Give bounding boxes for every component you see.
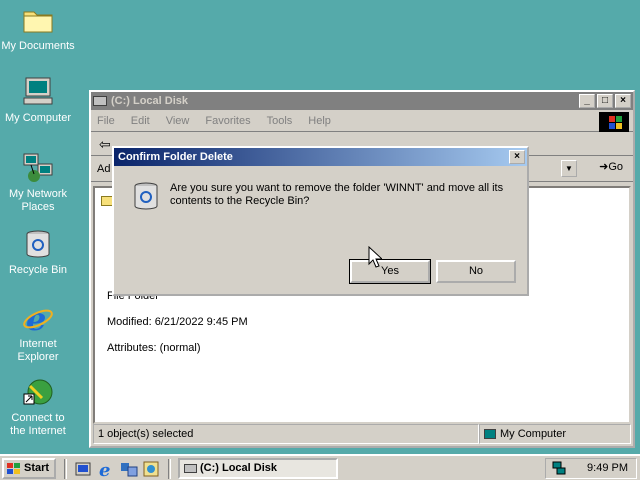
minimize-button[interactable]: _: [579, 94, 595, 108]
desktop-icon-my-network-places[interactable]: My Network Places: [0, 152, 76, 214]
mouse-cursor-icon: [368, 246, 382, 268]
address-label: Ad: [97, 162, 111, 175]
item-modified: Modified: 6/21/2022 9:45 PM: [107, 316, 248, 328]
quick-launch-divider: [64, 459, 67, 479]
computer-icon: [484, 429, 496, 440]
quick-launch-desktop-icon[interactable]: [74, 460, 92, 478]
clock[interactable]: 9:49 PM: [587, 462, 628, 474]
taskbar-item-local-disk[interactable]: (C:) Local Disk: [178, 458, 338, 479]
status-zone: My Computer: [479, 424, 631, 444]
menu-bar: File Edit View Favorites Tools Help: [91, 110, 633, 132]
yes-button[interactable]: Yes: [349, 259, 431, 284]
taskbar-divider: [168, 459, 171, 479]
connect-icon: [22, 376, 54, 408]
status-selected: 1 object(s) selected: [93, 424, 479, 444]
desktop: My Documents My Computer My Network Plac…: [0, 0, 640, 454]
menu-view[interactable]: View: [166, 115, 190, 127]
quick-launch-ie-icon[interactable]: e: [97, 460, 115, 480]
dialog-titlebar[interactable]: Confirm Folder Delete ×: [114, 148, 527, 166]
taskbar: Start e (C:) Local Disk 9:49 PM: [0, 454, 640, 480]
quick-launch-media-icon[interactable]: [142, 460, 160, 478]
menu-file[interactable]: File: [97, 115, 115, 127]
network-tray-icon[interactable]: [552, 461, 566, 475]
menu-tools[interactable]: Tools: [267, 115, 293, 127]
go-label: Go: [608, 161, 623, 173]
status-bar: 1 object(s) selected My Computer: [93, 424, 631, 444]
desktop-icon-label: Explorer: [17, 351, 59, 363]
taskbar-item-label: (C:) Local Disk: [200, 462, 278, 474]
desktop-icon-label: Recycle Bin: [8, 264, 68, 276]
windows-logo-icon: [599, 112, 629, 132]
go-arrow-icon: ➜: [599, 161, 609, 173]
start-label: Start: [24, 462, 50, 474]
desktop-icon-label: Places: [21, 201, 55, 213]
recycle-bin-icon: [130, 180, 162, 215]
network-icon: [22, 152, 54, 184]
drive-icon: [184, 464, 197, 473]
window-title: (C:) Local Disk: [111, 95, 189, 107]
folder-icon: [22, 4, 54, 36]
desktop-icon-connect-to-internet[interactable]: Connect to the Internet: [0, 376, 76, 438]
system-tray: 9:49 PM: [545, 458, 637, 479]
drive-icon: [93, 96, 107, 106]
menu-favorites[interactable]: Favorites: [205, 115, 250, 127]
no-button[interactable]: No: [436, 260, 516, 283]
dialog-body: Are you sure you want to remove the fold…: [114, 166, 527, 292]
status-zone-label: My Computer: [500, 428, 567, 440]
explorer-titlebar[interactable]: (C:) Local Disk _ □ ×: [91, 92, 633, 110]
menu-help[interactable]: Help: [308, 115, 331, 127]
desktop-icon-recycle-bin[interactable]: Recycle Bin: [0, 228, 76, 277]
recycle-bin-icon: [22, 228, 54, 260]
desktop-icon-label: My Documents: [1, 40, 75, 52]
desktop-icon-label: Connect to: [11, 412, 65, 424]
svg-text:e: e: [99, 460, 110, 478]
desktop-icon-internet-explorer[interactable]: e Internet Explorer: [0, 300, 76, 364]
menu-edit[interactable]: Edit: [131, 115, 150, 127]
desktop-icon-label: My Network: [8, 188, 68, 200]
maximize-button[interactable]: □: [597, 94, 613, 108]
desktop-icon-label: My Computer: [4, 112, 72, 124]
go-button[interactable]: ➜Go: [599, 160, 623, 173]
dialog-title: Confirm Folder Delete: [118, 151, 233, 163]
desktop-icon-my-documents[interactable]: My Documents: [0, 4, 76, 53]
quick-launch-outlook-icon[interactable]: [120, 460, 138, 478]
start-button[interactable]: Start: [2, 458, 56, 479]
dialog-message: Are you sure you want to remove the fold…: [170, 182, 504, 207]
windows-logo-icon: [7, 463, 20, 474]
ie-icon: e: [22, 300, 54, 338]
item-attributes: Attributes: (normal): [107, 342, 201, 354]
dialog-close-button[interactable]: ×: [509, 150, 525, 164]
address-dropdown-button[interactable]: ▼: [561, 160, 577, 177]
desktop-icon-label: the Internet: [10, 425, 66, 437]
desktop-icon-label: Internet: [19, 338, 57, 350]
close-button[interactable]: ×: [615, 94, 631, 108]
computer-icon: [22, 76, 54, 108]
desktop-icon-my-computer[interactable]: My Computer: [0, 76, 76, 125]
back-icon[interactable]: ⇦: [99, 136, 111, 153]
confirm-delete-dialog: Confirm Folder Delete × Are you sure you…: [112, 146, 529, 296]
